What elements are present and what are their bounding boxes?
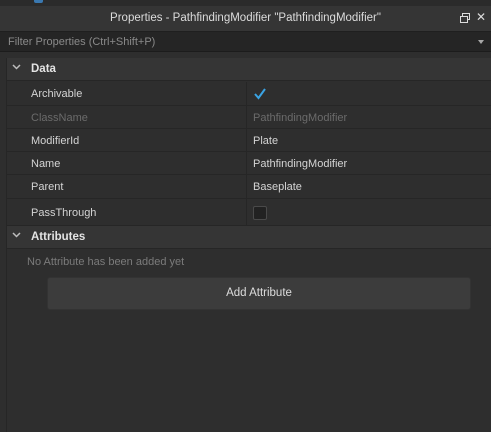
chevron-down-icon[interactable]: [12, 64, 21, 70]
property-value[interactable]: Baseplate: [253, 181, 302, 193]
checkbox-checked-icon[interactable]: [253, 87, 267, 101]
column-divider: [246, 129, 247, 151]
filter-properties-input[interactable]: [0, 32, 470, 51]
property-row-modifierid[interactable]: ModifierId Plate: [7, 129, 491, 152]
property-name: ModifierId: [31, 135, 80, 147]
column-divider: [246, 82, 247, 105]
window-title: Properties - PathfindingModifier "Pathfi…: [110, 12, 381, 24]
checkbox-unchecked[interactable]: [253, 206, 267, 220]
property-row-passthrough[interactable]: PassThrough: [7, 199, 491, 226]
property-name: PassThrough: [31, 207, 97, 219]
property-value[interactable]: PathfindingModifier: [253, 158, 347, 170]
filter-bar: [0, 32, 491, 52]
chevron-down-icon[interactable]: [478, 40, 484, 44]
column-divider: [246, 175, 247, 198]
explorer-item-icon: [34, 0, 43, 3]
close-icon[interactable]: ✕: [475, 11, 487, 23]
property-value[interactable]: Plate: [253, 135, 278, 147]
property-row-parent[interactable]: Parent Baseplate: [7, 175, 491, 199]
column-divider: [246, 152, 247, 174]
property-row-archivable[interactable]: Archivable: [7, 82, 491, 106]
no-attributes-message: No Attribute has been added yet: [27, 256, 185, 268]
property-name: Archivable: [31, 88, 83, 100]
section-header-attributes[interactable]: Attributes: [7, 226, 491, 249]
property-row-classname: ClassName PathfindingModifier: [7, 106, 491, 129]
title-bar: Properties - PathfindingModifier "Pathfi…: [0, 6, 491, 32]
column-divider: [246, 106, 247, 128]
property-name: ClassName: [31, 112, 88, 124]
chevron-down-icon[interactable]: [12, 232, 21, 238]
property-name: Parent: [31, 181, 64, 193]
property-row-name[interactable]: Name PathfindingModifier: [7, 152, 491, 175]
section-label: Attributes: [31, 231, 86, 243]
section-header-data[interactable]: Data: [7, 58, 491, 81]
properties-panel: Data Archivable ClassName PathfindingMod…: [6, 58, 491, 432]
section-label: Data: [31, 63, 56, 75]
property-name: Name: [31, 158, 61, 170]
float-window-icon[interactable]: [459, 12, 471, 24]
add-attribute-button[interactable]: Add Attribute: [47, 277, 471, 310]
property-value: PathfindingModifier: [253, 112, 348, 124]
column-divider: [246, 199, 247, 225]
